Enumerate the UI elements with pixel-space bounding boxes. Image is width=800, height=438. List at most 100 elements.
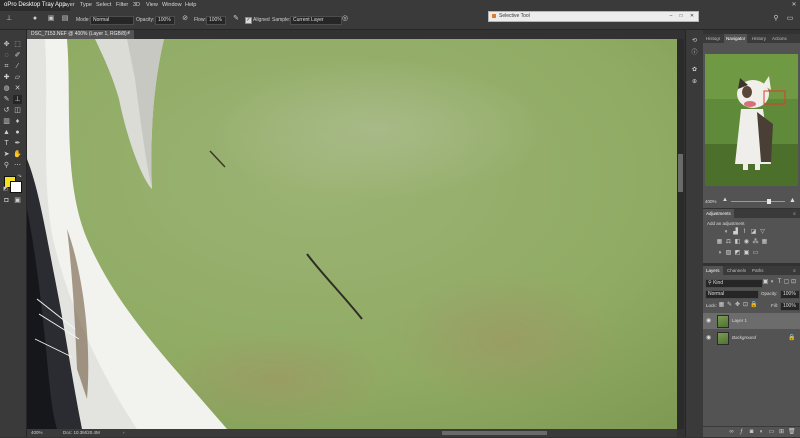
blur-tool-icon[interactable]: ♦ <box>13 117 22 126</box>
hand-tool-icon[interactable]: ✋ <box>13 150 22 159</box>
lock-pixels-icon[interactable]: ✎ <box>726 302 733 309</box>
filter-shape-icon[interactable]: ▢ <box>783 279 790 286</box>
tab-navigator[interactable]: Navigator <box>724 34 748 43</box>
move-tool-icon[interactable]: ✥ <box>2 40 11 49</box>
tab-histogram[interactable]: Histogr <box>706 34 720 43</box>
fill-field[interactable]: 100% <box>780 302 800 311</box>
photo-filter-icon[interactable]: ◉ <box>743 239 750 246</box>
selective-tool-window[interactable]: Selective Tool – □ ✕ <box>488 11 699 22</box>
layer-row[interactable]: ◉ Layer 1 <box>703 313 800 329</box>
visibility-eye-icon[interactable]: ◉ <box>706 317 711 324</box>
tab-channels[interactable]: Channels <box>727 266 746 275</box>
status-menu-arrow-icon[interactable]: › <box>123 429 125 437</box>
history-brush-icon[interactable]: ↺ <box>2 106 11 115</box>
layer-name[interactable]: Background <box>732 335 756 340</box>
layer-name[interactable]: Layer 1 <box>732 318 747 323</box>
vertical-scrollbar[interactable] <box>677 39 684 429</box>
eyedropper-tool-icon[interactable]: ⁄ <box>13 62 22 71</box>
lock-artboard-icon[interactable]: ⊡ <box>742 302 749 309</box>
crop-tool-icon[interactable]: ⌗ <box>2 62 11 71</box>
invert-icon[interactable]: ◑ <box>716 250 723 257</box>
patch-tool-icon[interactable]: ◍ <box>2 84 11 93</box>
tab-layers[interactable]: Layers <box>703 266 723 275</box>
dodge-tool-icon[interactable]: ▲ <box>2 128 11 137</box>
levels-icon[interactable]: ▟ <box>732 229 739 236</box>
spot-healing-tool-icon[interactable]: ✚ <box>2 73 11 82</box>
close-icon[interactable]: ✕ <box>688 12 696 21</box>
menu-select[interactable]: Select <box>96 0 111 11</box>
selective-color-icon[interactable]: ▣ <box>743 250 750 257</box>
swap-colors-icon[interactable]: ↷ <box>15 173 24 182</box>
search-icon[interactable]: ⚲ <box>772 15 780 23</box>
exposure-icon[interactable]: ◪ <box>750 229 757 236</box>
pressure-opacity-icon[interactable]: ⊘ <box>181 15 189 23</box>
layer-row[interactable]: ◉ Background 🔒 <box>703 330 800 346</box>
new-adjustment-icon[interactable]: ◐ <box>758 429 765 436</box>
zoom-slider[interactable] <box>731 201 785 202</box>
threshold-icon[interactable]: ◩ <box>734 250 741 257</box>
eraser-tool-icon[interactable]: ◫ <box>13 106 22 115</box>
tab-paths[interactable]: Paths <box>752 266 764 275</box>
airbrush-icon[interactable]: ✎ <box>232 15 240 23</box>
history-icon[interactable]: ⟲ <box>691 38 698 45</box>
menu-type[interactable]: Type <box>80 0 92 11</box>
link-layers-icon[interactable]: ∞ <box>728 429 735 436</box>
clone-source-panel-icon[interactable]: ▣ <box>47 15 55 23</box>
horizontal-scrollbar[interactable] <box>442 431 547 435</box>
doc-size-info[interactable]: Doc: 10.3M/20.4M <box>63 429 100 437</box>
clone-source-icon[interactable]: ⊕ <box>691 79 698 86</box>
filter-type-icon[interactable]: T <box>776 279 783 286</box>
zoom-out-icon[interactable]: ▲ <box>722 197 728 203</box>
aligned-checkbox[interactable]: ✓ <box>245 17 252 24</box>
toggle-brush-panel-icon[interactable]: ▤ <box>61 15 69 23</box>
brightness-contrast-icon[interactable]: ◐ <box>723 229 730 236</box>
more-tools-icon[interactable]: ⋯ <box>13 161 22 170</box>
brush-settings-icon[interactable]: ✿ <box>691 67 698 74</box>
color-lookup-icon[interactable]: ▦ <box>761 239 768 246</box>
hue-saturation-icon[interactable]: ▦ <box>716 239 723 246</box>
filter-adjustment-icon[interactable]: ◐ <box>769 279 776 286</box>
sponge-tool-icon[interactable]: ● <box>13 128 22 137</box>
new-layer-icon[interactable]: ⊞ <box>778 429 785 436</box>
menu-filter[interactable]: Filter <box>116 0 128 11</box>
type-tool-icon[interactable]: T <box>2 139 11 148</box>
brush-tool-icon[interactable]: ✎ <box>2 95 11 104</box>
workspace-icon[interactable]: ▭ <box>785 15 795 23</box>
vertical-scroll-thumb[interactable] <box>678 154 683 192</box>
tab-history[interactable]: History <box>752 34 766 43</box>
black-white-icon[interactable]: ◧ <box>734 239 741 246</box>
tab-actions[interactable]: Actions <box>772 34 787 43</box>
ruler-tool-icon[interactable]: ▱ <box>13 73 22 82</box>
navigator-zoom-value[interactable]: 400% <box>705 199 717 204</box>
lock-position-icon[interactable]: ✥ <box>734 302 741 309</box>
quick-select-tool-icon[interactable]: ✐ <box>13 51 22 60</box>
layer-filter-kind[interactable]: ⚲ Kind <box>705 279 763 288</box>
menu-help[interactable]: Help <box>185 0 196 11</box>
background-color-swatch[interactable] <box>10 181 22 193</box>
menu-layer[interactable]: ayer <box>64 0 75 11</box>
document-tab[interactable]: DSC_7153.NEF @ 400% (Layer 1, RGB/8) * × <box>27 30 134 39</box>
minimize-icon[interactable]: – <box>667 12 675 21</box>
pen-tool-icon[interactable]: ✒ <box>13 139 22 148</box>
info-icon[interactable]: ⓘ <box>691 50 698 57</box>
close-tab-icon[interactable]: × <box>127 30 130 39</box>
color-balance-icon[interactable]: ⚖ <box>725 239 732 246</box>
blend-mode-select[interactable]: Normal <box>705 290 759 299</box>
opacity-field[interactable]: 100% <box>155 16 175 25</box>
tray-app-title[interactable]: oPro Desktop Tray App <box>0 0 70 11</box>
zoom-level[interactable]: 400% <box>31 429 43 437</box>
filter-smart-icon[interactable]: ⊡ <box>790 279 797 286</box>
sample-select[interactable]: Current Layer <box>290 16 342 25</box>
quick-mask-icon[interactable]: ◘ <box>2 196 11 205</box>
lock-transparent-icon[interactable]: ▦ <box>718 302 725 309</box>
posterize-icon[interactable]: ▨ <box>725 250 732 257</box>
lasso-tool-icon[interactable]: ◌ <box>2 51 11 60</box>
content-aware-move-icon[interactable]: ✕ <box>13 84 22 93</box>
layer-opacity-field[interactable]: 100% <box>780 290 800 299</box>
zoom-tool-icon[interactable]: ⚲ <box>2 161 11 170</box>
zoom-in-icon[interactable]: ▲ <box>789 197 796 204</box>
vibrance-icon[interactable]: ▽ <box>759 229 766 236</box>
new-group-icon[interactable]: ▭ <box>768 429 775 436</box>
path-select-tool-icon[interactable]: ➤ <box>2 150 11 159</box>
zoom-slider-thumb[interactable] <box>767 199 771 204</box>
